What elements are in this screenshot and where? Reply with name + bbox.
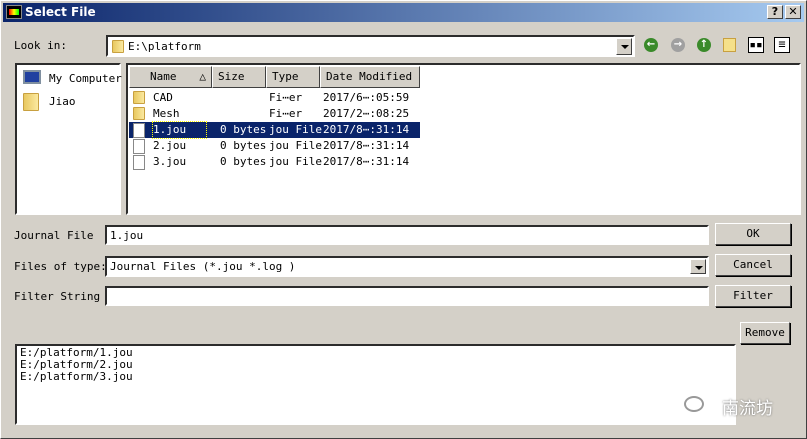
file-name: CAD (153, 91, 173, 104)
sidebar: My Computer Jiao (15, 63, 123, 215)
file-icon (133, 155, 145, 170)
file-list[interactable]: Name △ Size Type Date Modified CAD Fi⋯er 20… (126, 63, 801, 215)
filter-button[interactable]: Filter (715, 285, 791, 307)
user-folder-icon (23, 93, 39, 111)
back-icon[interactable]: ← (644, 38, 658, 52)
up-folder-icon[interactable]: ↑ (697, 38, 711, 52)
close-button[interactable]: ✕ (785, 5, 801, 19)
file-name: 1.jou (151, 121, 208, 139)
file-size: 0 bytes (220, 123, 267, 136)
journal-file-label: Journal File (14, 229, 94, 242)
remove-button[interactable]: Remove (740, 322, 790, 344)
file-type: jou File (269, 123, 322, 136)
column-header-name[interactable]: Name △ (129, 66, 212, 88)
sort-ascending-icon: △ (199, 70, 206, 83)
folder-icon (133, 91, 145, 104)
file-date: 2017/6⋯:05:59 (323, 91, 410, 104)
forward-icon: → (671, 38, 685, 52)
look-in-value: E:\platform (128, 40, 201, 53)
table-row[interactable]: 1.jou 0 bytes jou File 2017/8⋯:31:14 (129, 121, 801, 139)
sidebar-item-jiao[interactable]: Jiao (23, 93, 123, 113)
folder-icon (133, 107, 145, 120)
file-icon (133, 139, 145, 154)
cancel-button[interactable]: Cancel (715, 254, 791, 276)
computer-icon (23, 70, 41, 84)
table-row[interactable]: Mesh Fi⋯er 2017/2⋯:08:25 (129, 106, 801, 122)
file-size: 0 bytes (220, 155, 267, 168)
file-icon (133, 123, 145, 138)
chevron-down-icon[interactable] (616, 38, 632, 55)
selected-files-list[interactable]: E:/platform/1.jou E:/platform/2.jou E:/p… (15, 344, 736, 425)
table-row[interactable]: 3.jou 0 bytes jou File 2017/8⋯:31:14 (129, 154, 801, 170)
file-date: 2017/8⋯:31:14 (323, 123, 410, 136)
file-name: 2.jou (153, 139, 187, 152)
file-size: 0 bytes (220, 139, 267, 152)
file-date: 2017/2⋯:08:25 (323, 107, 410, 120)
wechat-icon (684, 396, 704, 412)
title-bar: Select File (3, 3, 804, 22)
file-date: 2017/8⋯:31:14 (323, 155, 410, 168)
table-row[interactable]: CAD Fi⋯er 2017/6⋯:05:59 (129, 90, 801, 106)
file-type: Fi⋯er (269, 107, 303, 120)
look-in-combo[interactable]: E:\platform (106, 35, 635, 57)
filter-string-input[interactable] (105, 286, 709, 306)
watermark: 南流坊 (722, 399, 773, 419)
app-icon (6, 5, 22, 19)
file-type: Fi⋯er (269, 91, 303, 104)
journal-file-input[interactable]: 1.jou (105, 225, 709, 245)
column-header-size[interactable]: Size (212, 66, 266, 88)
files-of-type-label: Files of type: (14, 260, 107, 273)
look-in-label: Look in: (14, 39, 67, 52)
file-type: jou File (269, 139, 322, 152)
table-row[interactable]: 2.jou 0 bytes jou File 2017/8⋯:31:14 (129, 138, 801, 154)
filter-string-label: Filter String (14, 290, 101, 303)
ok-button[interactable]: OK (715, 223, 791, 245)
chevron-down-icon[interactable] (690, 259, 706, 274)
column-header-date[interactable]: Date Modified (320, 66, 420, 88)
file-name: Mesh (153, 107, 180, 120)
list-item[interactable]: E:/platform/3.jou (20, 371, 731, 383)
file-name: 3.jou (153, 155, 187, 168)
sidebar-item-my-computer[interactable]: My Computer (23, 70, 123, 90)
window-title: Select File (25, 5, 96, 19)
file-type: jou File (269, 155, 322, 168)
folder-icon (112, 40, 124, 53)
files-of-type-select[interactable]: Journal Files (*.jou *.log ) (105, 256, 709, 277)
list-view-icon[interactable]: ▪▪ (748, 37, 764, 53)
column-header-type[interactable]: Type (266, 66, 320, 88)
detail-view-icon[interactable]: ≡ (774, 37, 790, 53)
file-date: 2017/8⋯:31:14 (323, 139, 410, 152)
new-folder-icon[interactable] (723, 38, 736, 52)
help-button[interactable]: ? (767, 5, 783, 19)
